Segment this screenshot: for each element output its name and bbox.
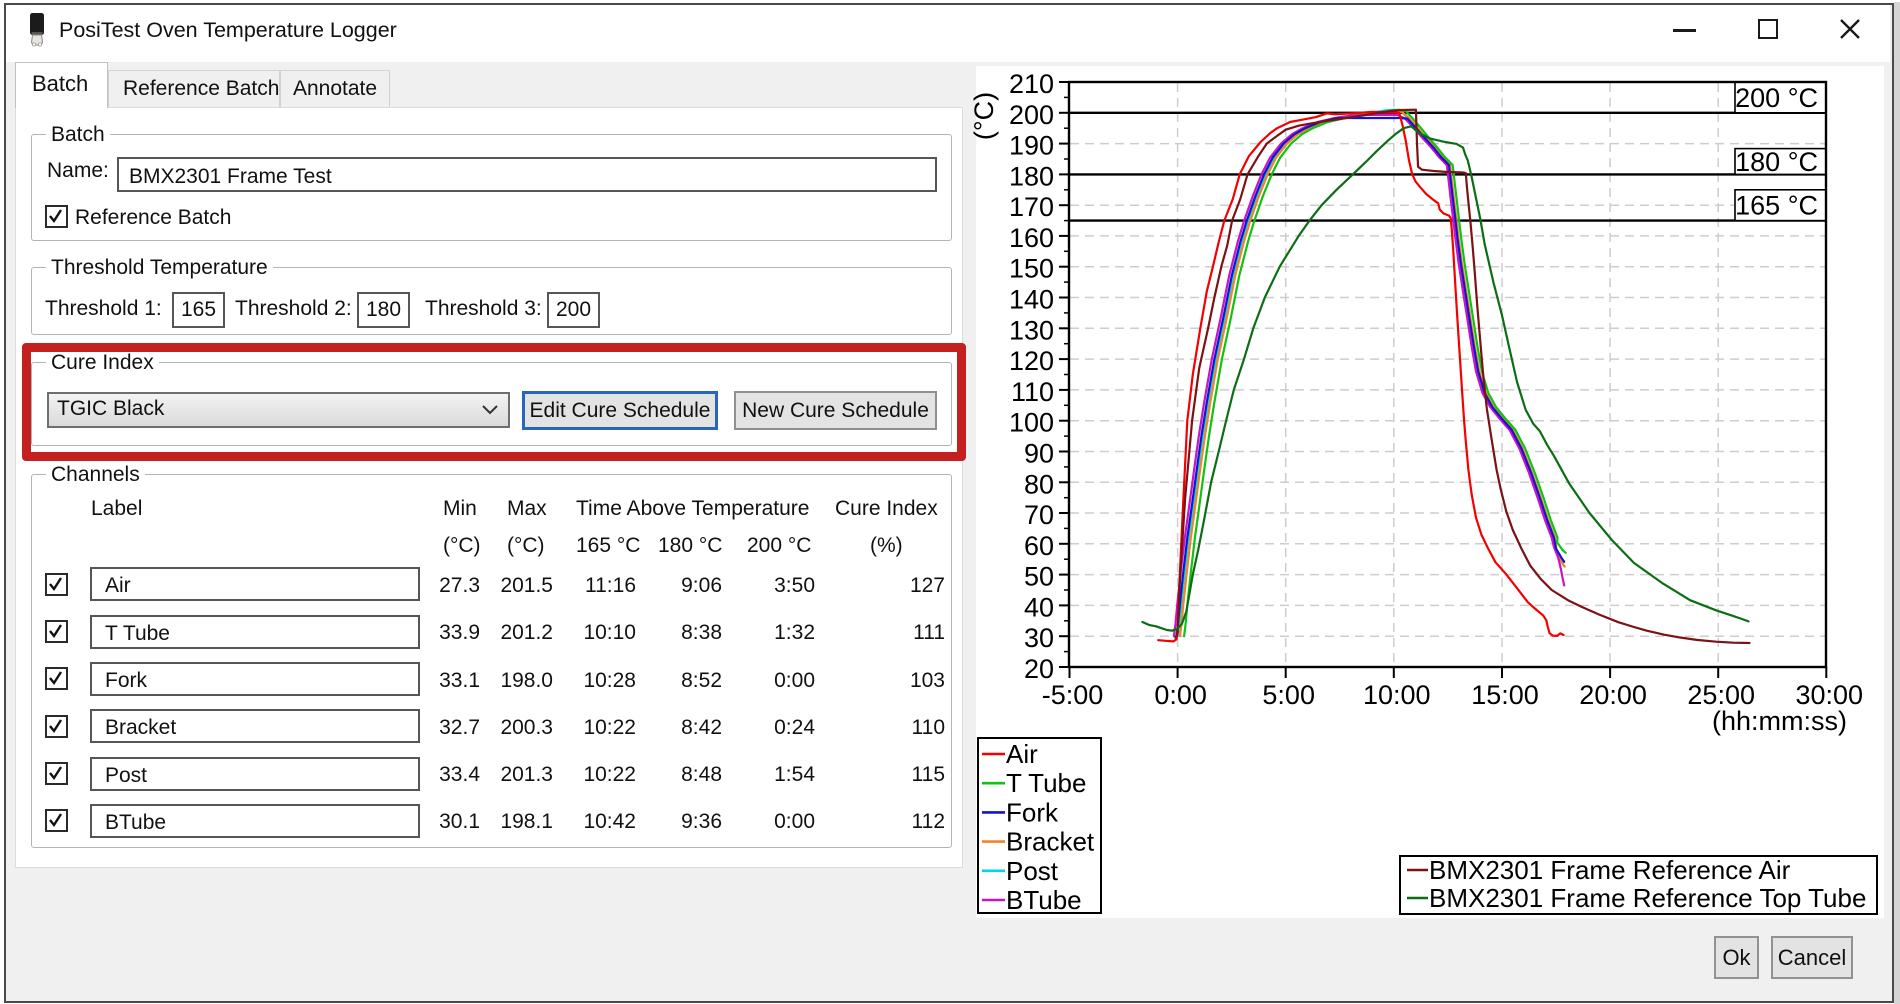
svg-text:Air: Air [1006, 739, 1038, 769]
svg-text:(°C): (°C) [969, 92, 999, 140]
svg-text:150: 150 [1009, 254, 1054, 284]
svg-text:130: 130 [1009, 315, 1054, 345]
svg-text:200: 200 [1009, 100, 1054, 130]
svg-text:180 °C: 180 °C [1735, 147, 1818, 177]
svg-text:40: 40 [1024, 592, 1054, 622]
svg-text:160: 160 [1009, 223, 1054, 253]
svg-text:100: 100 [1009, 408, 1054, 438]
svg-text:0:00: 0:00 [1154, 680, 1207, 710]
svg-text:15:00: 15:00 [1471, 680, 1539, 710]
svg-text:Fork: Fork [1006, 797, 1059, 827]
svg-text:165 °C: 165 °C [1735, 191, 1818, 221]
svg-text:20:00: 20:00 [1579, 680, 1647, 710]
svg-text:140: 140 [1009, 285, 1054, 315]
svg-text:10:00: 10:00 [1363, 680, 1431, 710]
svg-text:80: 80 [1024, 469, 1054, 499]
svg-text:70: 70 [1024, 500, 1054, 530]
svg-text:(hh:mm:ss): (hh:mm:ss) [1712, 706, 1847, 736]
svg-text:210: 210 [1009, 69, 1054, 99]
svg-text:30: 30 [1024, 623, 1054, 653]
svg-text:110: 110 [1011, 377, 1054, 407]
svg-text:5:00: 5:00 [1262, 680, 1315, 710]
svg-text:BTube: BTube [1006, 885, 1082, 915]
svg-text:T Tube: T Tube [1006, 768, 1086, 798]
svg-text:BMX2301 Frame Reference Air: BMX2301 Frame Reference Air [1429, 855, 1791, 885]
svg-text:-5:00: -5:00 [1042, 680, 1104, 710]
svg-text:60: 60 [1024, 531, 1054, 561]
svg-text:Bracket: Bracket [1006, 827, 1095, 857]
svg-text:90: 90 [1024, 439, 1054, 469]
svg-text:180: 180 [1009, 161, 1054, 191]
svg-text:190: 190 [1009, 131, 1054, 161]
svg-text:120: 120 [1009, 346, 1054, 376]
svg-text:200 °C: 200 °C [1735, 83, 1818, 113]
svg-text:50: 50 [1024, 562, 1054, 592]
svg-text:170: 170 [1009, 192, 1054, 222]
svg-text:Post: Post [1006, 856, 1059, 886]
svg-text:BMX2301 Frame Reference Top Tu: BMX2301 Frame Reference Top Tube [1429, 883, 1866, 913]
